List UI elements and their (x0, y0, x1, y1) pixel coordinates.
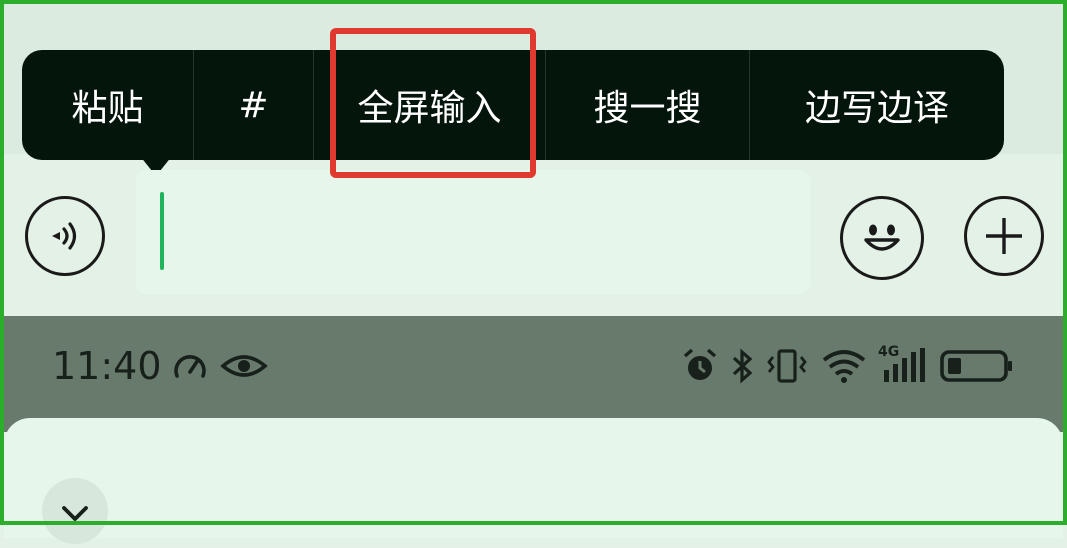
status-bar: 11:40 4G (4, 316, 1063, 432)
speed-icon (174, 355, 206, 378)
voice-icon (52, 222, 77, 250)
menu-item-hashtag[interactable]: # (193, 50, 313, 160)
menu-item-write-translate[interactable]: 边写边译 (749, 50, 1004, 160)
alarm-icon (683, 348, 717, 380)
emoji-button[interactable] (840, 196, 924, 280)
plus-icon (986, 218, 1022, 254)
vibrate-icon (767, 349, 807, 383)
message-input[interactable] (136, 170, 810, 294)
menu-item-paste[interactable]: 粘贴 (22, 50, 193, 160)
text-caret (160, 192, 164, 270)
signal-icon (884, 348, 925, 382)
chevron-down-icon (62, 506, 88, 521)
collapse-button[interactable] (42, 478, 108, 544)
wifi-icon (822, 350, 866, 383)
more-button[interactable] (964, 196, 1044, 276)
voice-button[interactable] (25, 196, 105, 276)
eye-icon (220, 355, 268, 377)
highlight-box (330, 28, 536, 178)
emoji-icon (864, 224, 900, 251)
battery-icon (940, 350, 1012, 382)
menu-item-search[interactable]: 搜一搜 (545, 50, 749, 160)
bluetooth-icon (732, 348, 753, 384)
status-time: 11:40 (52, 344, 162, 388)
chat-input-bar (4, 160, 1063, 316)
bottom-sheet (4, 418, 1063, 544)
